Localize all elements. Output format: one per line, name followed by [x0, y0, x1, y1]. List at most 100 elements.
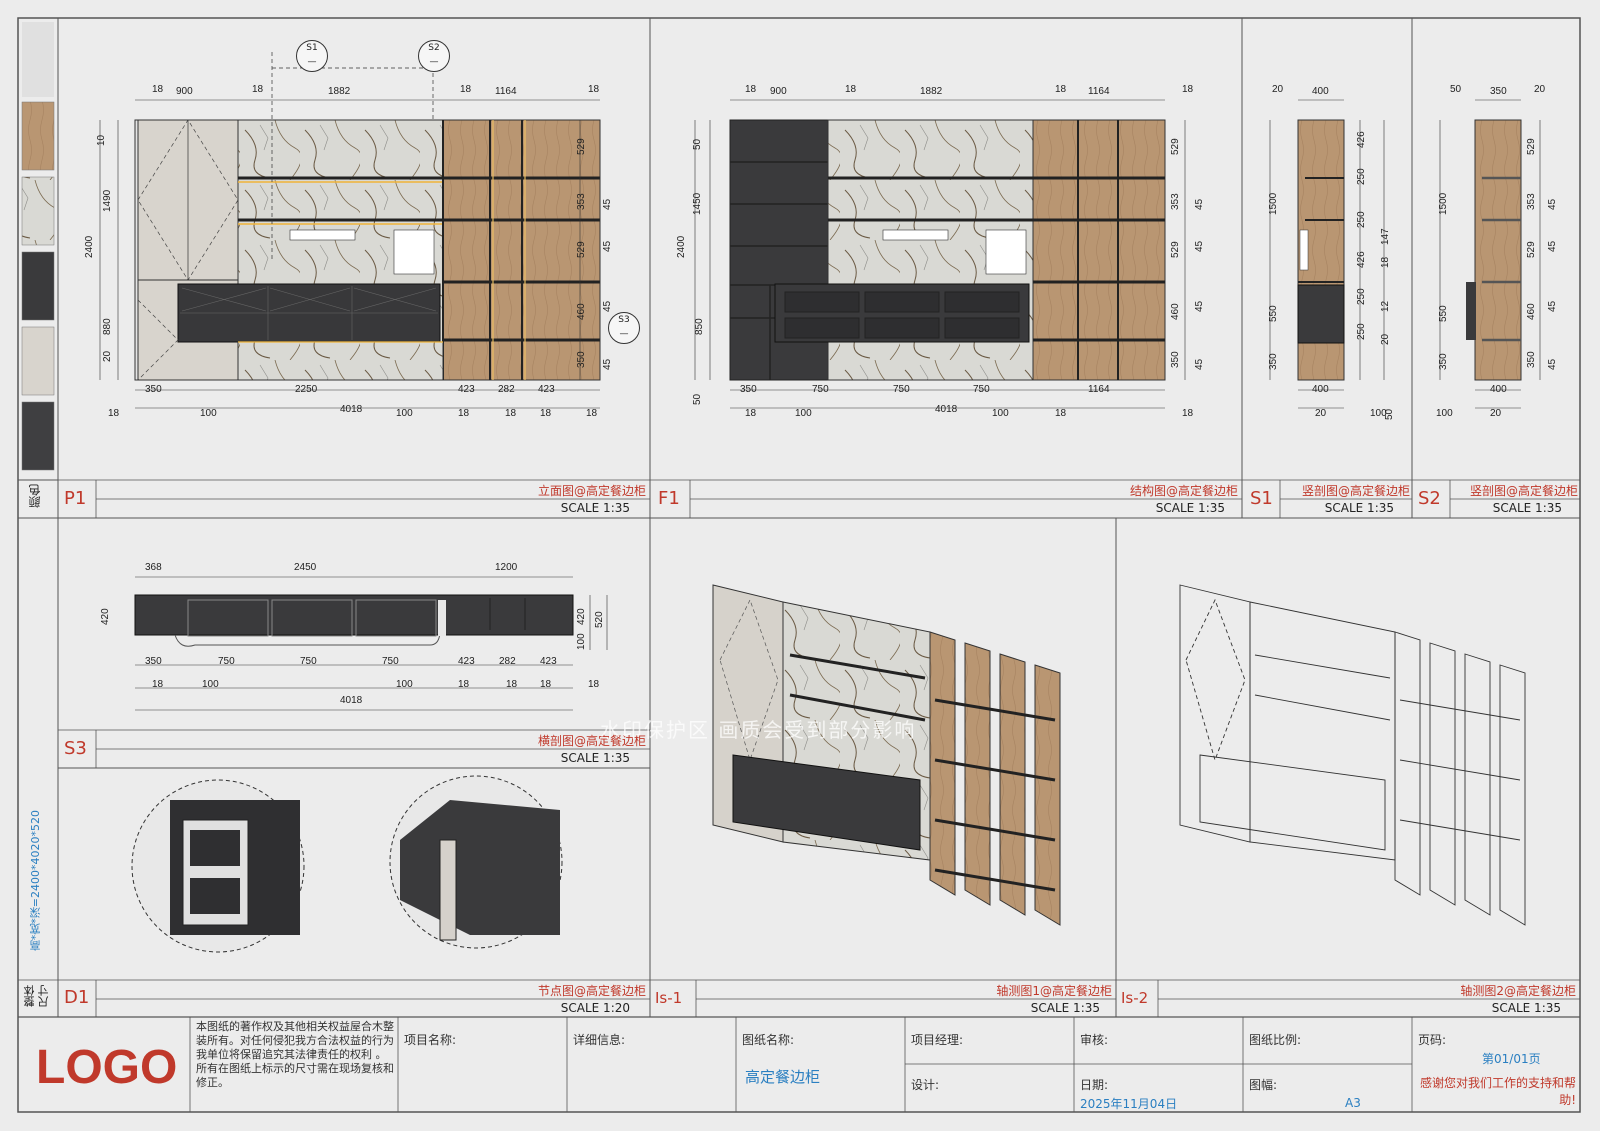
dim-text: 18: [540, 679, 552, 690]
dim-text: 1200: [495, 562, 518, 573]
dim-text: 18: [506, 679, 518, 690]
dim-text: 18: [745, 408, 757, 419]
dim-text: 750: [973, 384, 990, 395]
dim-text: 420: [576, 608, 587, 625]
dim-text: 20: [1490, 408, 1502, 419]
dim-text: 45: [1194, 198, 1205, 210]
dim-text: 353: [1526, 193, 1537, 210]
dim-text: 250: [1356, 211, 1367, 228]
dim-text: 18: [586, 408, 598, 419]
dim-text: 426: [1356, 251, 1367, 268]
dim-text: 423: [538, 384, 555, 395]
drawing-sheet: 颜色 高*宽*深=2400*4020*520 整体 尺寸 P1 立面图@高定餐边…: [0, 0, 1600, 1131]
dim-text: 4018: [340, 404, 363, 415]
dim-text: 18: [152, 84, 164, 95]
dim-text: 4018: [340, 695, 363, 706]
dim-text: 45: [1547, 358, 1558, 370]
dim-text: 45: [1194, 240, 1205, 252]
watermark-text: 水印保护区 画质会受到部分影响: [600, 718, 917, 742]
dim-text: 18: [845, 84, 857, 95]
dim-text: 400: [1312, 86, 1329, 97]
dim-text: 45: [602, 240, 613, 252]
dim-text: 460: [1170, 303, 1181, 320]
dim-text: 400: [1312, 384, 1329, 395]
dim-text: 20: [102, 350, 113, 362]
dim-text: 18: [1182, 408, 1194, 419]
copyright-note: 本图纸的著作权及其他相关权益屋合木整装所有。对任何侵犯我方合法权益的行为我单位将…: [196, 1020, 394, 1089]
dim-text: 20: [1272, 84, 1284, 95]
dim-text: 368: [145, 562, 162, 573]
dim-text: 18: [1055, 408, 1067, 419]
dim-text: 18: [460, 84, 472, 95]
dim-text: 20: [1380, 333, 1391, 345]
dim-text: 18: [458, 679, 470, 690]
dim-text: 18: [540, 408, 552, 419]
review-label: 审核:: [1080, 1033, 1109, 1047]
dim-text: 750: [893, 384, 910, 395]
dim-text: 45: [1194, 358, 1205, 370]
dim-text: 529: [1170, 241, 1181, 258]
page-label: 页码:: [1418, 1033, 1447, 1047]
dim-text: 45: [602, 198, 613, 210]
detail-info-label: 详细信息:: [573, 1033, 626, 1047]
dim-text: 529: [1526, 241, 1537, 258]
thanks-note: 感谢您对我们工作的支持和帮助!: [1419, 1076, 1576, 1107]
dim-text: 2400: [84, 235, 95, 258]
dim-text: 250: [1356, 288, 1367, 305]
dim-text: 1164: [1088, 384, 1110, 395]
dim-text: 350: [576, 351, 587, 368]
format-value[interactable]: A3: [1345, 1096, 1361, 1110]
dim-text: 282: [498, 384, 515, 395]
dim-text: 18: [588, 84, 600, 95]
dim-text: 2400: [676, 235, 687, 258]
dim-text: 1882: [328, 86, 351, 97]
dim-text: 750: [218, 656, 235, 667]
dim-text: 529: [576, 138, 587, 155]
dimension-annotations: 18 900 18 1882 18 1164 18 350 2250 423 2…: [84, 84, 1558, 706]
dim-text: 50: [692, 393, 703, 405]
dim-text: 18: [745, 84, 757, 95]
dim-text: 423: [458, 384, 475, 395]
dim-text: 900: [176, 86, 193, 97]
date-value[interactable]: 2025年11月04日: [1080, 1095, 1177, 1112]
dim-text: 45: [602, 300, 613, 312]
dim-text: 18: [1380, 256, 1391, 268]
page-value[interactable]: 第01/01页: [1482, 1050, 1541, 1067]
dim-text: 1500: [1268, 192, 1279, 215]
dim-text: 529: [576, 241, 587, 258]
dim-text: 550: [1438, 305, 1449, 322]
drawing-name-value[interactable]: 高定餐边柜: [745, 1066, 820, 1087]
dim-text: 1500: [1438, 192, 1449, 215]
dim-text: 45: [1547, 198, 1558, 210]
dim-text: 423: [540, 656, 557, 667]
dim-text: 423: [458, 656, 475, 667]
dim-text: 282: [499, 656, 516, 667]
project-manager-label: 项目经理:: [911, 1033, 964, 1047]
dim-text: 2250: [295, 384, 318, 395]
dim-text: 10: [96, 134, 107, 146]
dim-text: 20: [1534, 84, 1546, 95]
dim-text: 520: [594, 611, 605, 628]
dim-text: 18: [252, 84, 264, 95]
dim-text: 100: [396, 679, 413, 690]
dim-text: 45: [1194, 300, 1205, 312]
dim-text: 880: [102, 318, 113, 335]
dim-text: 50: [1450, 84, 1462, 95]
project-name-label: 项目名称:: [404, 1033, 457, 1047]
dim-text: 100: [396, 408, 413, 419]
dim-text: 100: [576, 633, 587, 650]
dim-text: 45: [602, 358, 613, 370]
dim-text: 100: [200, 408, 217, 419]
dim-text: 529: [1170, 138, 1181, 155]
drawing-name-label: 图纸名称:: [742, 1033, 795, 1047]
dim-text: 45: [1547, 300, 1558, 312]
dim-text: 460: [576, 303, 587, 320]
dim-text: 50: [1384, 408, 1395, 420]
dim-text: 353: [576, 193, 587, 210]
dim-text: 1882: [920, 86, 943, 97]
dim-text: 50: [692, 138, 703, 150]
dim-text: 1164: [1088, 86, 1110, 97]
dim-text: 18: [1182, 84, 1194, 95]
dim-text: 12: [1380, 300, 1391, 312]
dim-text: 20: [1315, 408, 1327, 419]
